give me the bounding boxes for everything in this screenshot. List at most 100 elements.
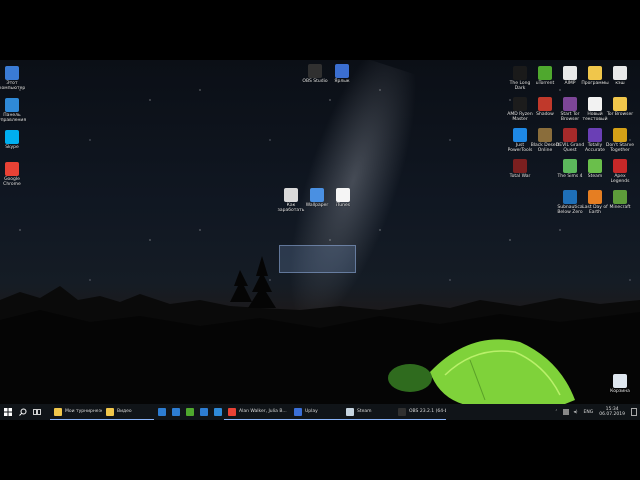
obs-icon xyxy=(308,64,322,78)
desktop-icon-selected-3[interactable]: iTunes xyxy=(328,188,358,208)
itunes-icon xyxy=(336,188,350,202)
devil-icon xyxy=(563,128,577,142)
desktop-icon-label: Ярлык xyxy=(334,79,350,84)
desktop-icon-label: Minecraft xyxy=(609,205,631,210)
shortcut-icon xyxy=(335,64,349,78)
minecraft-icon xyxy=(613,190,627,204)
apex-icon xyxy=(613,159,627,173)
desktop-icon-r4c1[interactable]: Total War xyxy=(505,159,535,179)
taskbar-item-10[interactable]: Steam xyxy=(342,404,394,420)
skype-icon xyxy=(5,130,19,144)
desktop-icon-r1c5[interactable]: кэш xyxy=(605,66,635,86)
task-view-button[interactable] xyxy=(30,404,44,420)
desktop-icon-3[interactable]: Skype xyxy=(0,130,27,150)
desktop-icon-label: Панель управления xyxy=(0,113,27,123)
task-view-icon xyxy=(33,409,41,415)
desktop-icon-top-2[interactable]: Ярлык xyxy=(327,64,357,84)
tools-icon xyxy=(513,128,527,142)
app-icon xyxy=(538,97,552,111)
bdo-icon xyxy=(538,128,552,142)
chrome-icon xyxy=(228,407,236,416)
desktop-icon-1[interactable]: Этот компьютер xyxy=(0,66,27,91)
taskbar-item-5[interactable] xyxy=(182,404,196,420)
desktop-icon-label: Tor Browser xyxy=(606,112,634,117)
desktop[interactable]: Этот компьютер Панель управления Skype Goog… xyxy=(0,60,640,420)
control-panel-icon xyxy=(5,98,19,112)
desktop-icon-4[interactable]: Google Chrome xyxy=(0,162,27,187)
clock-date: 06.07.2019 xyxy=(599,412,625,417)
obs-icon xyxy=(398,407,406,416)
tabs-icon xyxy=(588,128,602,142)
app-icon xyxy=(200,408,208,416)
text-file-icon xyxy=(588,97,602,111)
utorrent-icon xyxy=(186,408,194,416)
desktop-icon-r5c5[interactable]: Minecraft xyxy=(605,190,635,210)
desktop-icon-label: OBS Studio xyxy=(302,79,328,84)
file-icon xyxy=(613,66,627,80)
sims-icon xyxy=(563,159,577,173)
totalwar-icon xyxy=(513,159,527,173)
amd-icon xyxy=(513,97,527,111)
folder-icon xyxy=(588,66,602,80)
taskbar-item-label: Steam xyxy=(357,409,372,414)
taskbar-item-8[interactable]: Alan Walker, Julia B... xyxy=(224,404,290,420)
taskbar-item-1[interactable]: Мои турнирнезе xyxy=(50,404,102,420)
desktop-icon-label: Don't Starve Together xyxy=(605,143,635,153)
steam-icon xyxy=(588,159,602,173)
recycle-bin-icon xyxy=(613,374,627,388)
recycle-bin[interactable]: Корзина xyxy=(605,374,635,394)
uplay-icon xyxy=(294,407,302,416)
tray-arrow-icon[interactable]: ˄ xyxy=(555,410,557,415)
steam-icon xyxy=(346,407,354,416)
taskbar-items: Мои турнирнезе Видео Alan Walker, Julia B.… xyxy=(50,404,446,420)
desktop-icon-label: Skype xyxy=(5,145,19,150)
desktop-icon-r3c5[interactable]: Don't Starve Together xyxy=(605,128,635,153)
desktop-icon-label: iTunes xyxy=(335,203,351,208)
taskbar: Мои турнирнезе Видео Alan Walker, Julia B.… xyxy=(0,404,640,420)
desktop-icon-label: Корзина xyxy=(610,389,630,394)
computer-icon xyxy=(5,66,19,80)
desktop-icon-r2c5[interactable]: Tor Browser xyxy=(605,97,635,117)
subnautica-icon xyxy=(563,190,577,204)
desktop-icon-label: Google Chrome xyxy=(3,177,21,187)
taskbar-item-7[interactable] xyxy=(210,404,224,420)
desktop-icon-r4c5[interactable]: Apex Legends xyxy=(605,159,635,184)
notifications-icon[interactable] xyxy=(631,408,637,416)
taskbar-item-label: Видео xyxy=(117,409,132,414)
store-icon xyxy=(172,408,180,416)
chrome-icon xyxy=(5,162,19,176)
edge-icon xyxy=(158,408,166,416)
taskbar-item-label: Uplay xyxy=(305,409,318,414)
chrome-icon xyxy=(214,408,222,416)
clock[interactable]: 15:34 06.07.2019 xyxy=(599,407,625,417)
search-button[interactable] xyxy=(16,404,30,420)
search-icon xyxy=(19,408,27,416)
music-icon xyxy=(563,66,577,80)
desktop-icon-top-1[interactable]: OBS Studio xyxy=(300,64,330,84)
taskbar-item-4[interactable] xyxy=(168,404,182,420)
image-icon xyxy=(310,188,324,202)
desktop-icon-label: Apex Legends xyxy=(610,174,630,184)
language-indicator[interactable]: ENG xyxy=(584,410,594,415)
windows-start-icon xyxy=(4,408,12,416)
taskbar-item-2[interactable]: Видео xyxy=(102,404,154,420)
network-icon[interactable] xyxy=(562,409,569,415)
desktop-icon-label: Этот компьютер xyxy=(0,81,26,91)
tor-folder-icon xyxy=(613,97,627,111)
taskbar-item-11[interactable]: OBS 23.2.1 (64-bit, ... xyxy=(394,404,446,420)
explorer-icon xyxy=(106,407,114,416)
start-button[interactable] xyxy=(0,404,16,420)
document-icon xyxy=(284,188,298,202)
taskbar-item-label: OBS 23.2.1 (64-bit, ... xyxy=(409,409,446,414)
taskbar-item-9[interactable]: Uplay xyxy=(290,404,342,420)
taskbar-item-6[interactable] xyxy=(196,404,210,420)
taskbar-item-label: Мои турнирнезе xyxy=(65,409,102,414)
explorer-icon xyxy=(54,407,62,416)
taskbar-item-3[interactable] xyxy=(154,404,168,420)
desktop-icon-2[interactable]: Панель управления xyxy=(0,98,27,123)
volume-icon[interactable]: ◂) xyxy=(574,410,578,415)
tor-icon xyxy=(563,97,577,111)
desktop-icon-label: кэш xyxy=(615,81,625,86)
torrent-icon xyxy=(538,66,552,80)
selection-box xyxy=(279,245,356,273)
